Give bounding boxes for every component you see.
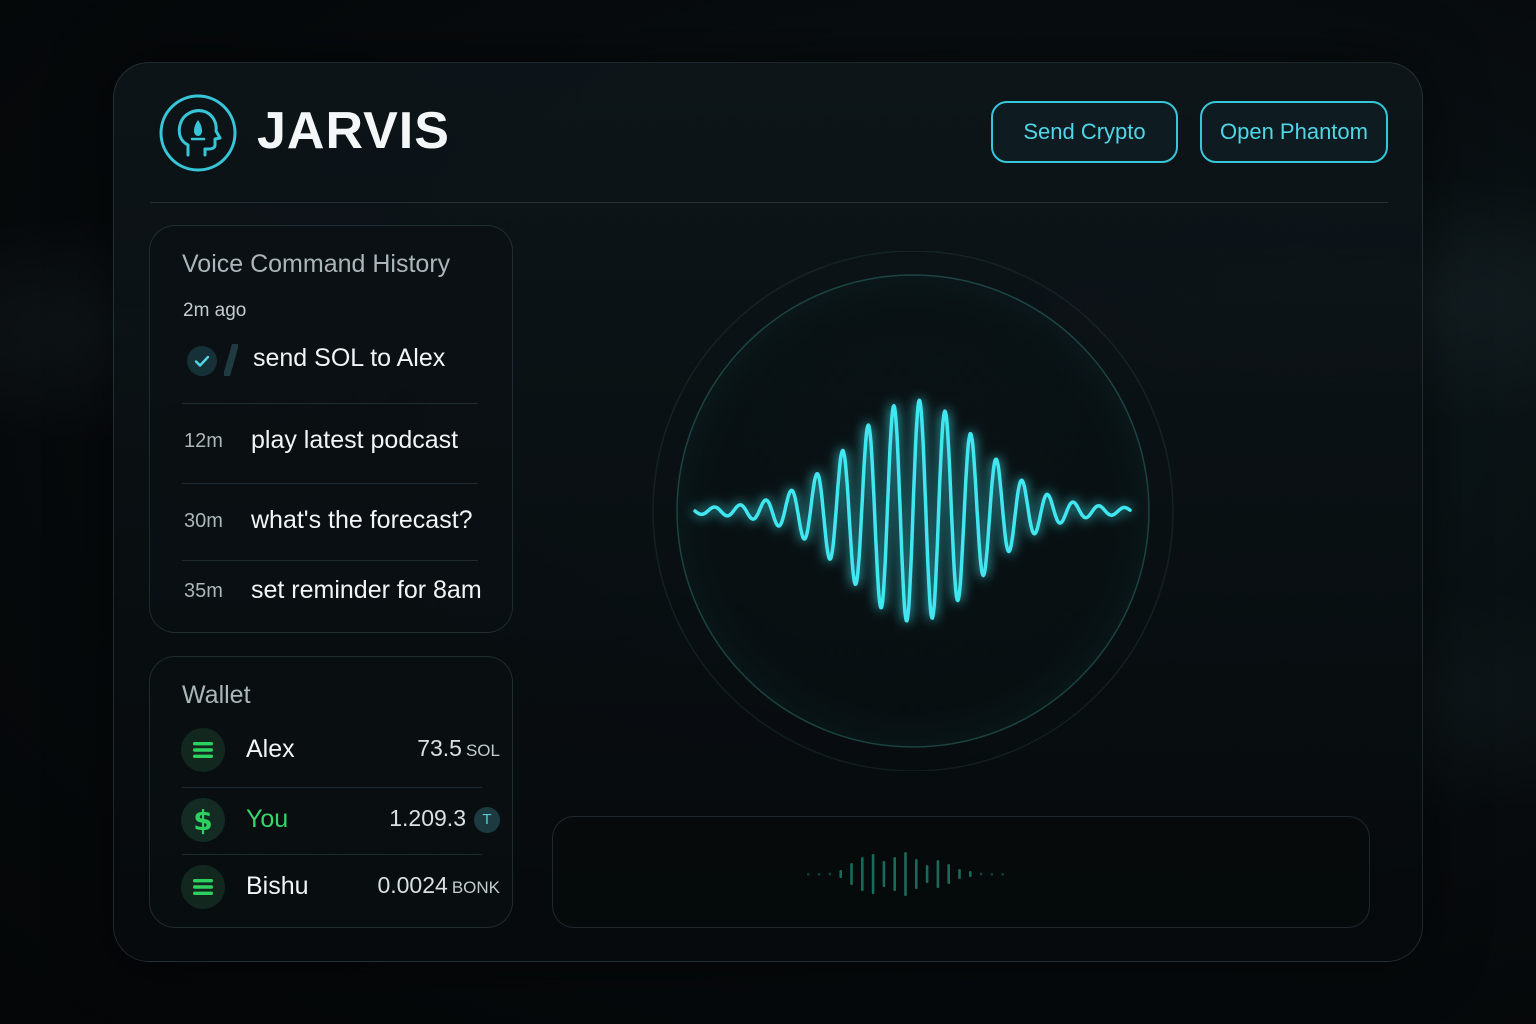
app-title: JARVIS <box>257 102 450 160</box>
wallet-title: Wallet <box>182 681 251 709</box>
mini-wave-bar <box>871 854 875 894</box>
history-command: set reminder for 8am <box>251 576 482 604</box>
mini-wave-bar <box>958 869 961 879</box>
mini-wave-bar <box>1001 873 1004 876</box>
mini-wave-bar <box>893 857 896 891</box>
mini-wave-bar <box>947 864 950 884</box>
history-divider <box>182 560 478 561</box>
mini-wave-bar <box>925 865 929 883</box>
mini-wave-bar <box>990 873 994 876</box>
wallet-divider <box>182 787 482 788</box>
mini-wave-bar <box>936 860 940 888</box>
check-icon <box>187 346 217 376</box>
slash-icon <box>224 344 238 376</box>
voice-input-bar[interactable] <box>552 816 1370 928</box>
wallet-divider <box>182 854 482 855</box>
wallet-amount: 1.209.3 T <box>389 805 500 833</box>
mini-wave-bar <box>807 873 810 876</box>
history-command: what's the forecast? <box>251 506 473 534</box>
solana-icon <box>181 728 225 772</box>
wallet-name: You <box>246 805 289 833</box>
history-divider <box>182 403 478 404</box>
app-window: JARVIS Send Crypto Open Phantom Voice Co… <box>113 62 1423 962</box>
mini-wave-bar <box>850 863 853 885</box>
open-phantom-button[interactable]: Open Phantom <box>1200 101 1388 163</box>
header-divider <box>150 202 1388 203</box>
send-crypto-button[interactable]: Send Crypto <box>991 101 1178 163</box>
history-title: Voice Command History <box>182 250 451 278</box>
wallet-amount: 73.5 SOL <box>417 735 500 761</box>
history-time-label: 2m ago <box>183 300 247 321</box>
history-time: 35m <box>184 580 223 602</box>
wallet-entry[interactable]: $ You 1.209.3 T <box>150 795 512 845</box>
wallet-unit: BONK <box>451 878 500 897</box>
dollar-icon: $ <box>181 798 225 842</box>
history-command: send SOL to Alex <box>253 344 446 372</box>
mini-wave-bar <box>861 857 864 891</box>
history-command: play latest podcast <box>251 426 459 454</box>
history-time: 12m <box>184 430 223 452</box>
solana-icon <box>181 865 225 909</box>
mini-wave-bar <box>839 870 842 878</box>
mini-wave-bar <box>817 873 821 876</box>
voice-waveform-icon[interactable] <box>650 251 1176 771</box>
mini-wave-bar <box>904 852 907 896</box>
wallet-unit: SOL <box>465 741 500 760</box>
wallet-name: Bishu <box>246 872 309 900</box>
history-divider <box>182 483 478 484</box>
mini-wave-bar <box>828 872 832 876</box>
mini-wave-bar <box>979 872 983 876</box>
head-profile-icon <box>159 94 237 172</box>
voice-command-history-panel: Voice Command History 2m ago send SOL to… <box>149 225 513 633</box>
wallet-amount: 0.0024 BONK <box>377 872 500 898</box>
header: JARVIS Send Crypto Open Phantom <box>114 63 1422 203</box>
token-badge: T <box>474 807 500 833</box>
mini-wave-bar <box>882 861 886 887</box>
mini-wave-bar <box>915 859 918 889</box>
wallet-entry[interactable]: Bishu 0.0024 BONK <box>150 862 512 912</box>
history-time: 30m <box>184 510 223 532</box>
wallet-entry[interactable]: Alex 73.5 SOL <box>150 725 512 775</box>
wallet-name: Alex <box>246 735 295 763</box>
wallet-panel: Wallet Alex 73.5 SOL $ You 1.209.3 T Bis… <box>149 656 513 928</box>
mini-waveform-icon <box>807 852 1004 896</box>
mini-wave-bar <box>969 871 972 877</box>
